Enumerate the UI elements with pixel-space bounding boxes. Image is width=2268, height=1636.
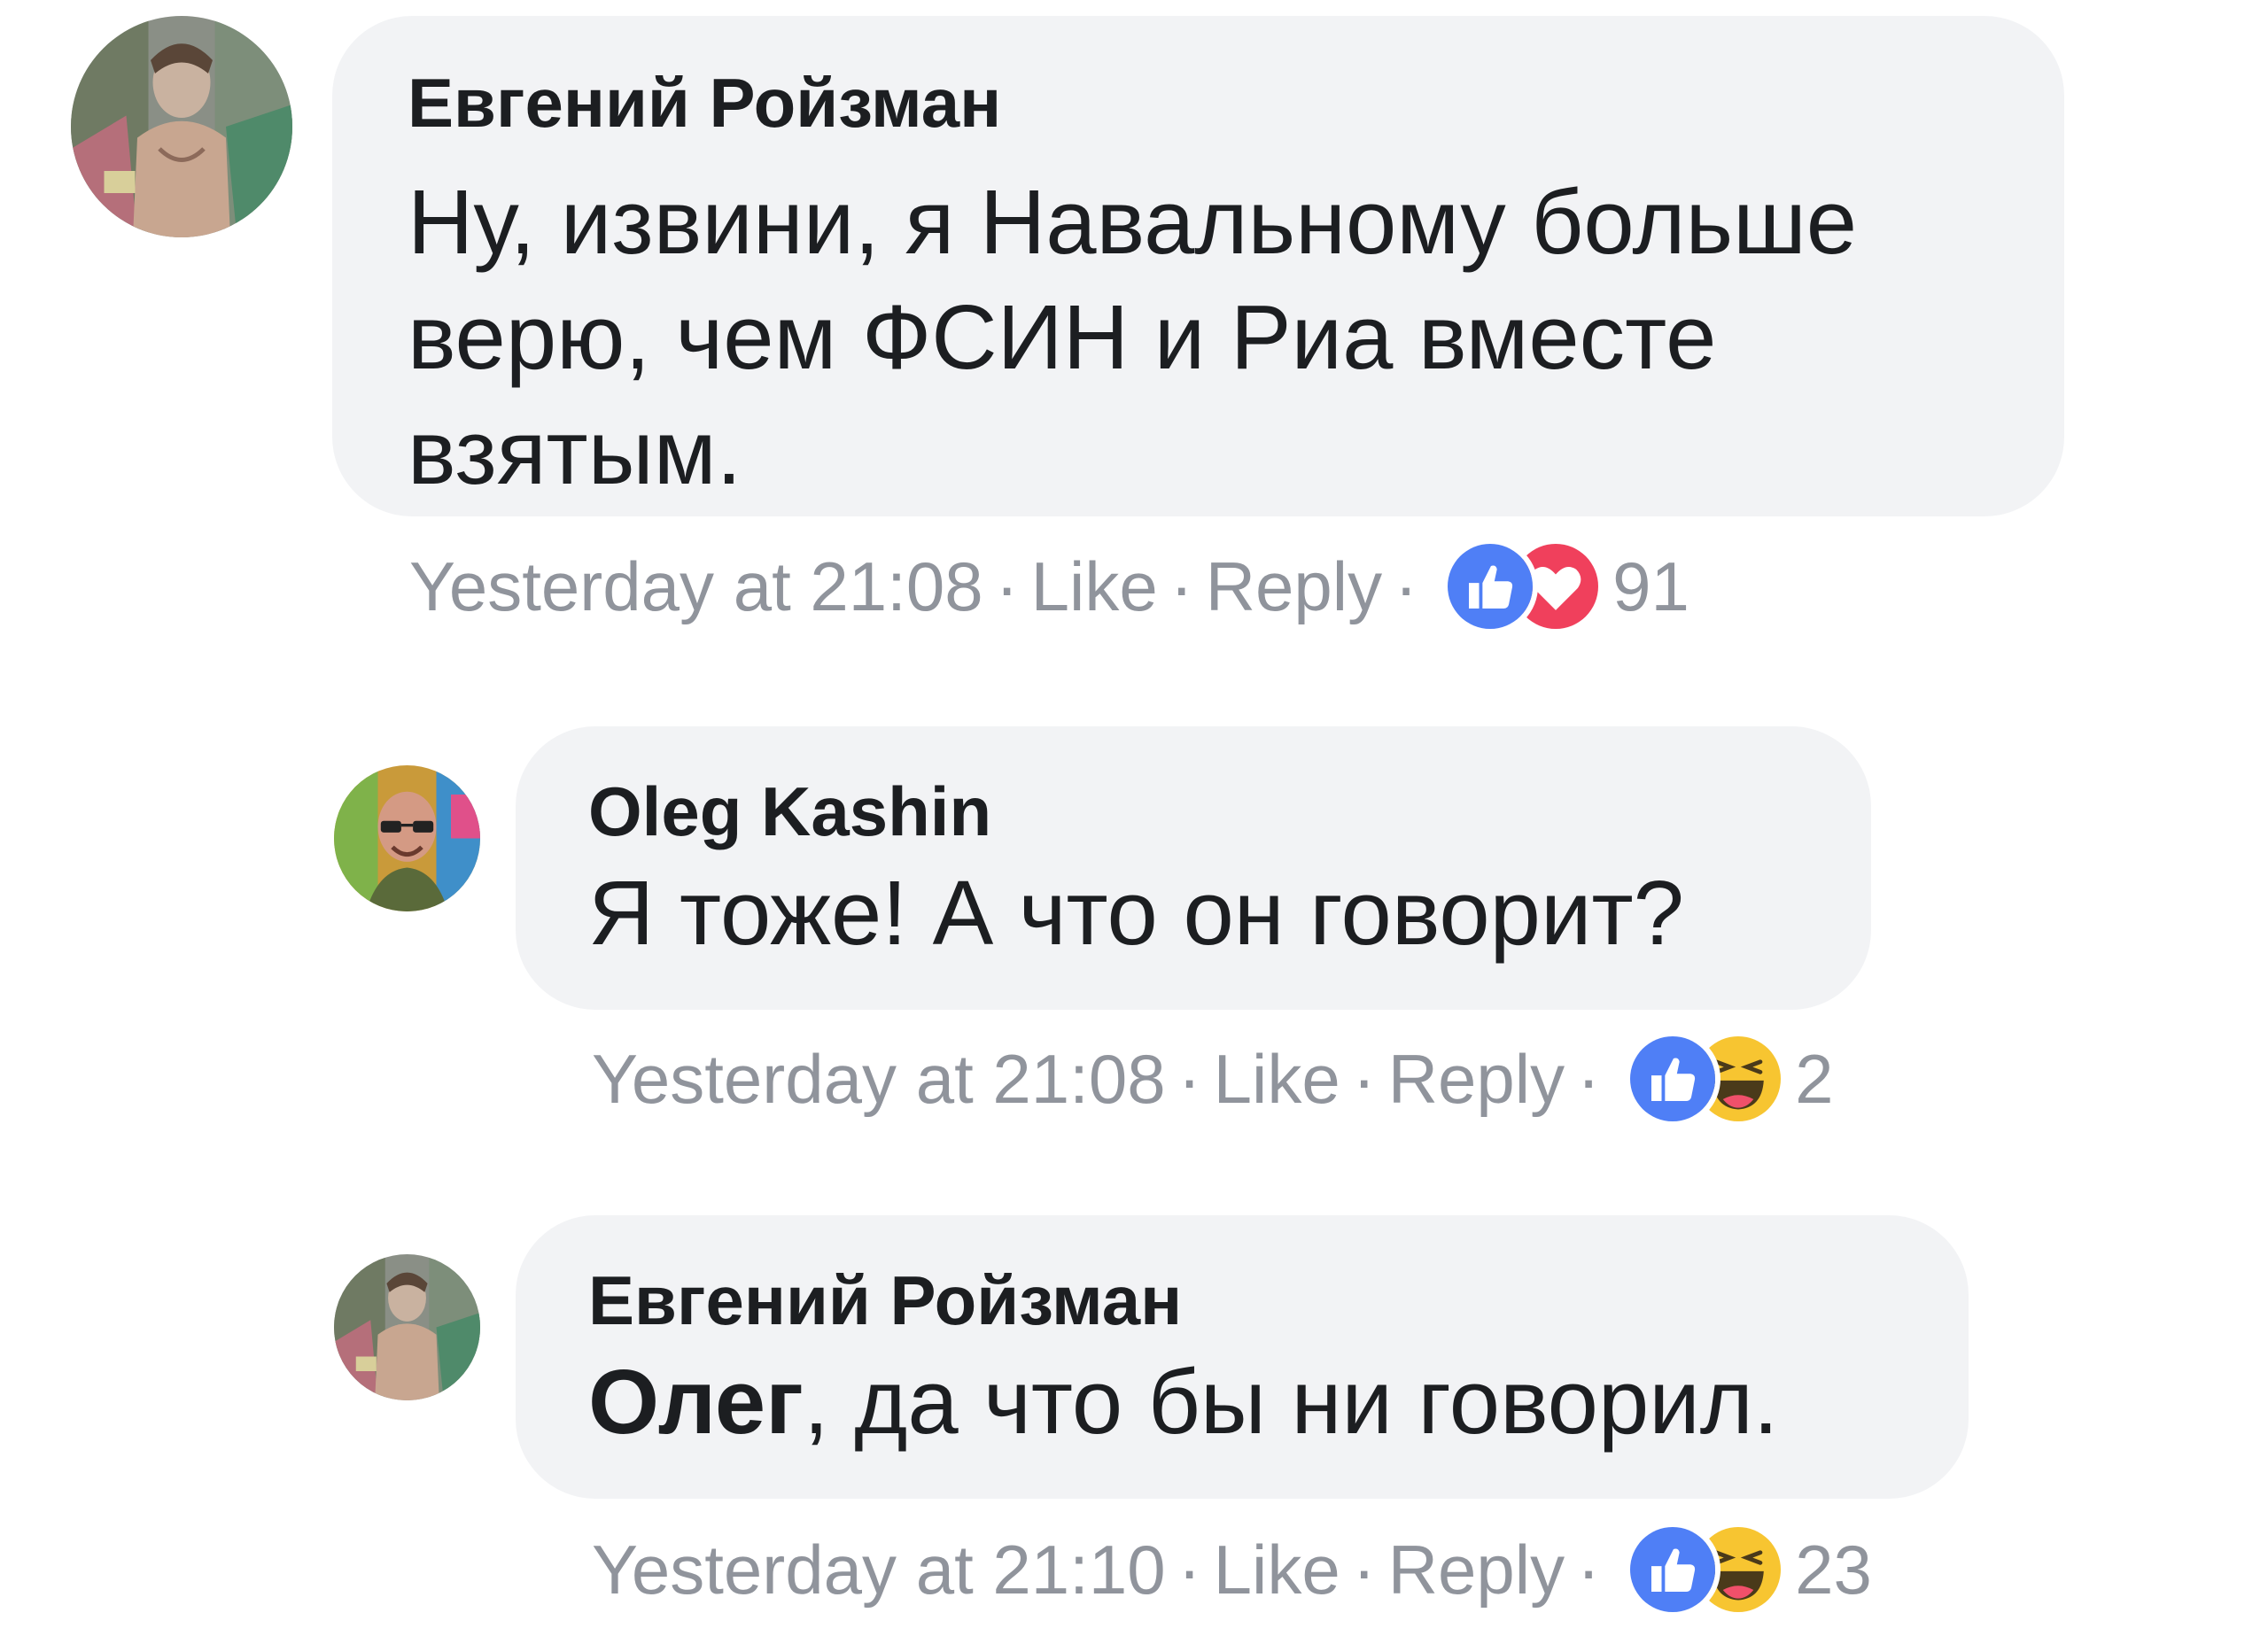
like-icon	[1442, 539, 1539, 634]
comment-author[interactable]: Евгений Ройзман	[408, 60, 2064, 145]
comment-text: Я тоже! А что он говорит?	[588, 862, 1684, 964]
comment-bubble: Oleg Kashin Я тоже! А что он говорит?	[516, 726, 1871, 1010]
avatar[interactable]	[334, 765, 480, 911]
comment-meta: Yesterday at 21:10 · Like · Reply · 23	[592, 1522, 1872, 1617]
reaction-count: 91	[1612, 547, 1689, 625]
comment-text-body: , да что бы ни говорил.	[804, 1351, 1779, 1453]
like-link[interactable]: Like	[1031, 547, 1158, 627]
comment-text: Олег, да что бы ни говорил.	[588, 1345, 1969, 1460]
separator: ·	[1169, 547, 1193, 625]
comment-bubble: Евгений Ройзман Ну, извини, я Навальному…	[332, 16, 2064, 516]
separator: ·	[1394, 547, 1418, 625]
reactions-summary[interactable]: 23	[1625, 1522, 1872, 1617]
reaction-count: 23	[1795, 1530, 1872, 1609]
comment-meta: Yesterday at 21:08 · Like · Reply · 2	[592, 1031, 1833, 1127]
avatar[interactable]	[71, 16, 292, 237]
comment-timestamp[interactable]: Yesterday at 21:08	[409, 547, 983, 627]
reactions-summary[interactable]: 2	[1625, 1031, 1833, 1127]
avatar[interactable]	[334, 1254, 480, 1400]
comment-text: Ну, извини, я Навальному больше верю, че…	[408, 171, 1858, 503]
reaction-count: 2	[1795, 1039, 1834, 1118]
comment-meta: Yesterday at 21:08 · Like · Reply · 91	[409, 539, 1689, 634]
comment-bubble: Евгений Ройзман Олег, да что бы ни говор…	[516, 1215, 1969, 1499]
mention-link[interactable]: Олег	[588, 1351, 804, 1453]
like-icon	[1625, 1031, 1721, 1127]
separator: ·	[1177, 1039, 1201, 1118]
avatar-image	[334, 765, 480, 911]
like-icon	[1625, 1522, 1721, 1617]
comment-author[interactable]: Oleg Kashin	[588, 769, 1871, 854]
like-link[interactable]: Like	[1214, 1530, 1340, 1610]
separator: ·	[1352, 1039, 1376, 1118]
separator: ·	[1577, 1039, 1601, 1118]
separator: ·	[1352, 1530, 1376, 1609]
separator: ·	[995, 547, 1019, 625]
separator: ·	[1577, 1530, 1601, 1609]
comment-author[interactable]: Евгений Ройзман	[588, 1258, 1969, 1343]
comment-timestamp[interactable]: Yesterday at 21:10	[592, 1530, 1166, 1610]
avatar-image	[334, 1254, 480, 1400]
comment-timestamp[interactable]: Yesterday at 21:08	[592, 1039, 1166, 1120]
avatar-image	[71, 16, 292, 237]
like-link[interactable]: Like	[1214, 1039, 1340, 1120]
reply-link[interactable]: Reply	[1206, 547, 1382, 627]
reactions-summary[interactable]: 91	[1442, 539, 1689, 634]
reply-link[interactable]: Reply	[1388, 1039, 1565, 1120]
separator: ·	[1177, 1530, 1201, 1609]
reply-link[interactable]: Reply	[1388, 1530, 1565, 1610]
